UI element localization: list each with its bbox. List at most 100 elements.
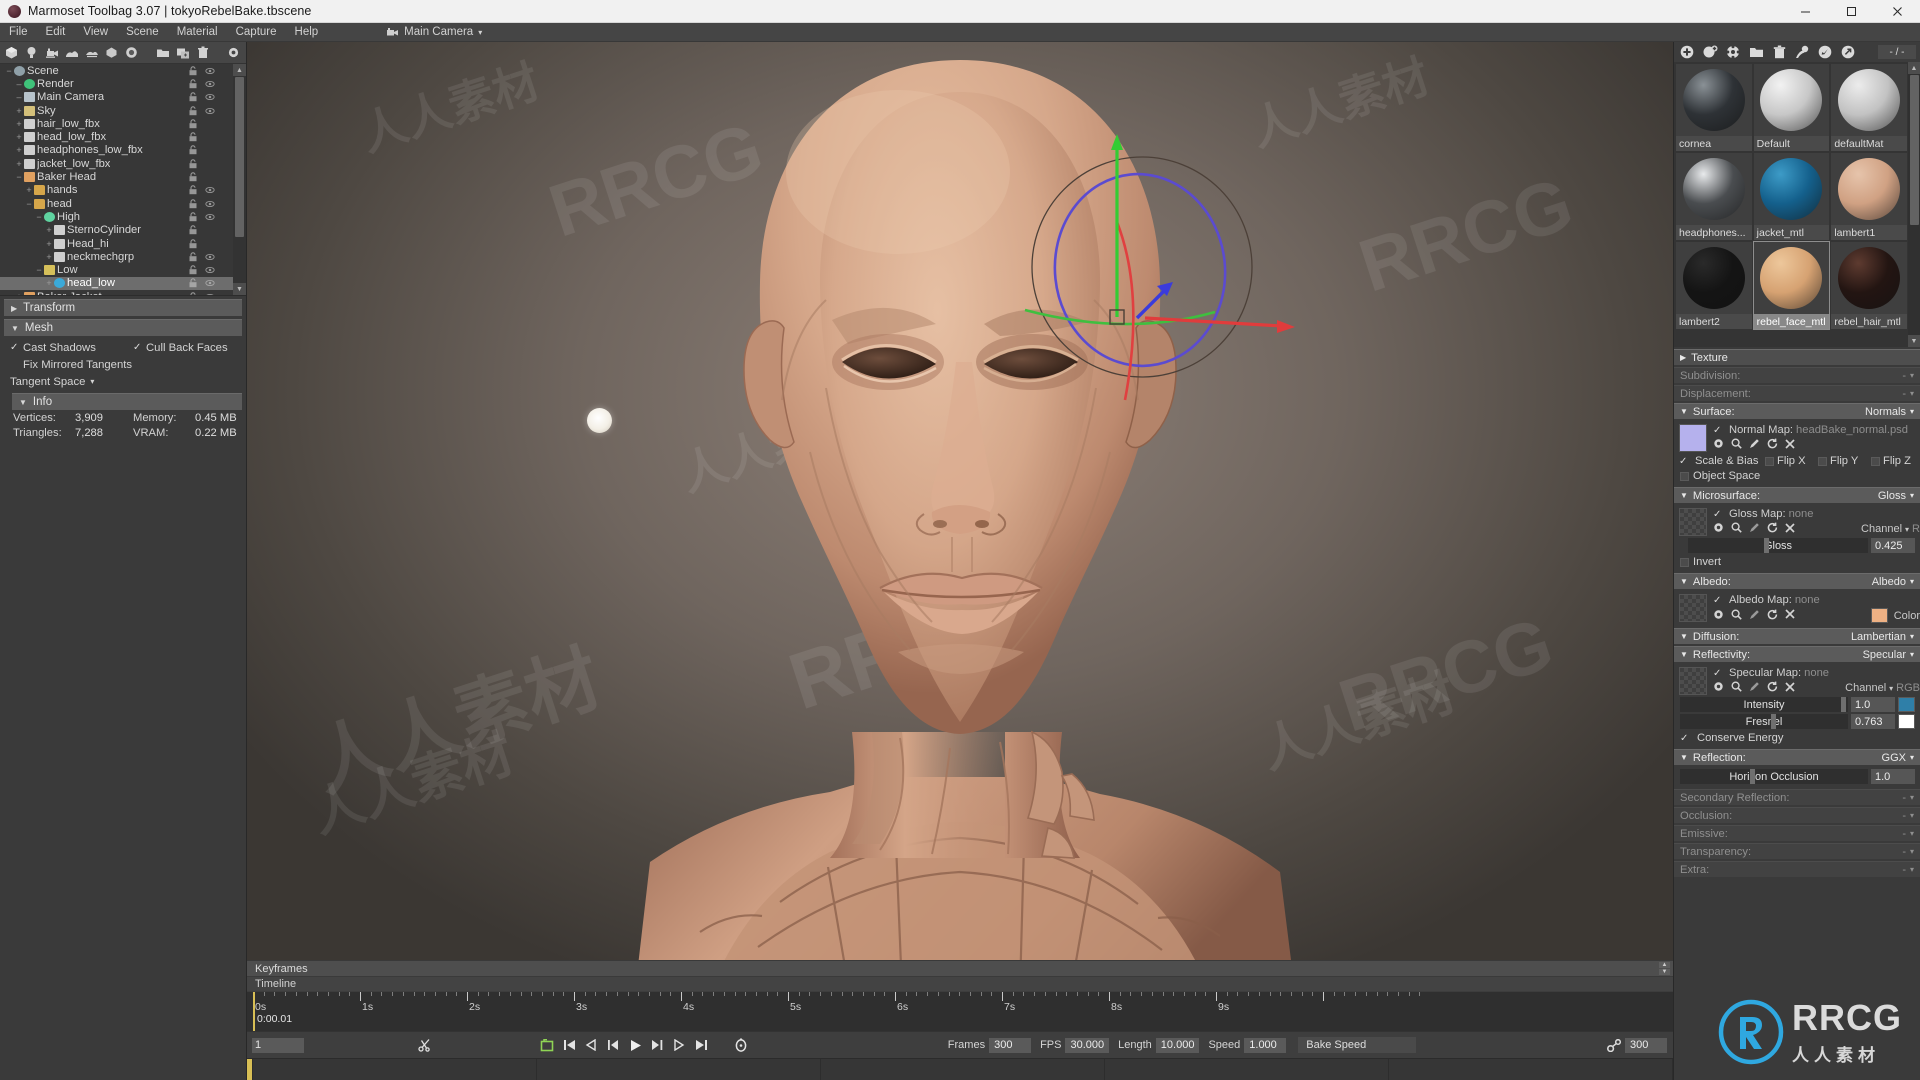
eye-icon[interactable] [205,66,215,76]
timeline-bar[interactable]: Timeline [247,976,1673,991]
expand-icon[interactable]: + [14,119,24,129]
menu-capture[interactable]: Capture [227,23,286,42]
mesh-section-header[interactable]: ▼ Mesh [4,319,242,336]
lock-icon[interactable] [188,145,198,155]
loop-icon[interactable] [536,1034,558,1056]
fresnel-value-input[interactable]: 0.763 [1851,714,1895,729]
step-forward-icon[interactable] [668,1034,690,1056]
edit-icon[interactable] [1749,522,1760,536]
eye-icon[interactable] [205,106,215,116]
scroll-up-icon[interactable]: ▲ [1908,62,1920,74]
add-object-icon[interactable] [103,43,121,62]
material-grid[interactable]: cornea Default defaultMat headphones... jack… [1674,62,1920,347]
cast-shadows-checkbox[interactable]: ✓ Cast Shadows [0,339,123,356]
bake-speed-field[interactable]: Bake Speed [1298,1037,1417,1053]
timeline-ruler[interactable]: 0s 1s 2s 3s 4s 5s 6s 7s 8s 9s 0:00.01 [247,991,1673,1031]
check-icon[interactable]: ✓ [1713,595,1722,606]
add-render-icon[interactable] [123,43,141,62]
frames-input[interactable]: 300 [989,1037,1032,1053]
lock-icon[interactable] [188,79,198,89]
material-swatch-jacket-mtl[interactable]: jacket_mtl [1753,153,1830,240]
reflectivity-section-header[interactable]: ▼ Reflectivity: Specular ▾ [1674,646,1920,662]
material-swatch-rebel-hair-mtl[interactable]: rebel_hair_mtl [1831,242,1907,329]
collapse-icon[interactable]: − [24,199,34,209]
expand-icon[interactable]: + [14,106,24,116]
reload-icon[interactable] [1767,438,1778,452]
expand-icon[interactable]: + [14,145,24,155]
albedo-section-header[interactable]: ▼ Albedo: Albedo ▾ [1674,573,1920,589]
subdivision-section-header[interactable]: Subdivision: - ▾ [1674,367,1920,383]
lock-icon[interactable] [188,185,198,195]
close-button[interactable] [1874,0,1920,22]
lock-icon[interactable] [188,291,198,296]
collapse-icon[interactable]: – [14,92,24,102]
horizon-occlusion-value-input[interactable]: 1.0 [1871,769,1915,784]
check-icon[interactable]: ✓ [1713,668,1722,679]
gear-icon[interactable] [1713,438,1724,452]
eye-icon[interactable] [205,278,215,288]
eye-icon[interactable] [205,199,215,209]
lock-icon[interactable] [188,252,198,262]
expand-icon[interactable]: + [44,278,54,288]
spin-up-icon[interactable]: ▲ [1659,962,1670,968]
occlusion-section-header[interactable]: Occlusion: - ▾ [1674,807,1920,823]
lock-icon[interactable] [188,92,198,102]
pick-material-icon[interactable] [1814,43,1836,61]
check-icon[interactable]: ✓ [1713,509,1722,520]
viewport-3d[interactable]: 人人素材 RRCG 人人素材 RRCG 人人素材 人人素材 人人素材 RRCG … [247,42,1673,960]
add-camera-icon[interactable] [43,43,61,62]
trash-icon[interactable] [194,43,212,62]
flip-z-checkbox[interactable]: Flip Z [1871,455,1911,467]
lock-icon[interactable] [188,158,198,169]
eye-icon[interactable] [205,79,215,89]
gloss-slider[interactable]: Gloss [1688,538,1868,553]
gear-icon[interactable] [1713,609,1724,623]
expand-icon[interactable]: + [44,252,54,262]
intensity-value-input[interactable]: 1.0 [1851,697,1895,712]
scissors-icon[interactable] [414,1034,436,1056]
collapse-icon[interactable]: − [34,212,44,222]
displacement-section-header[interactable]: Displacement: - ▾ [1674,385,1920,401]
keyframes-bar[interactable]: Keyframes ▲ ▼ [247,960,1673,976]
search-icon[interactable] [1731,438,1742,452]
expand-icon[interactable]: + [24,185,34,195]
collapse-icon[interactable]: − [4,66,14,76]
texture-section-header[interactable]: ▶ Texture [1674,349,1920,365]
library-icon[interactable] [1722,43,1744,61]
eye-icon[interactable] [205,292,215,296]
lock-icon[interactable] [188,225,198,235]
prev-frame-icon[interactable] [602,1034,624,1056]
add-material-icon[interactable] [1676,43,1698,61]
timeline-track-strip[interactable] [247,1058,1673,1080]
invert-checkbox[interactable]: Invert [1674,553,1920,568]
current-frame-input[interactable]: 1 [252,1037,304,1053]
stopwatch-icon[interactable] [730,1034,752,1056]
expand-icon[interactable]: + [14,159,24,169]
playhead[interactable] [253,992,255,1031]
diffusion-section-header[interactable]: ▼ Diffusion: Lambertian ▾ [1674,628,1920,644]
eye-icon[interactable] [205,265,215,275]
lock-icon[interactable] [188,238,198,249]
material-scrollbar[interactable]: ▲ ▼ [1908,62,1920,347]
search-icon[interactable] [1731,522,1742,536]
flip-x-checkbox[interactable]: Flip X [1765,455,1818,467]
reflection-section-header[interactable]: ▼ Reflection: GGX ▾ [1674,749,1920,765]
material-swatch-lambert2[interactable]: lambert2 [1676,242,1752,329]
fps-input[interactable]: 30.000 [1065,1037,1110,1053]
surface-section-header[interactable]: ▼ Surface: Normals ▾ [1674,403,1920,419]
camera-selector[interactable]: Main Camera ▾ [377,23,491,42]
length-input[interactable]: 10.000 [1155,1037,1200,1053]
reload-icon[interactable] [1767,681,1778,695]
menu-view[interactable]: View [74,23,117,42]
link-icon[interactable] [1603,1034,1625,1056]
intensity-color-swatch[interactable] [1898,697,1915,712]
folder-icon[interactable] [154,43,172,62]
emissive-section-header[interactable]: Emissive: - ▾ [1674,825,1920,841]
lock-icon[interactable] [188,278,198,288]
fix-mirrored-tangents-checkbox[interactable]: ✓ Fix Mirrored Tangents [0,356,246,373]
albedo-color-swatch[interactable] [1870,608,1888,623]
skip-to-start-icon[interactable] [558,1034,580,1056]
scroll-down-icon[interactable]: ▼ [233,283,246,295]
tangent-space-dropdown[interactable]: Tangent Space ▾ [0,373,246,390]
gloss-value-input[interactable]: 0.425 [1871,538,1915,553]
